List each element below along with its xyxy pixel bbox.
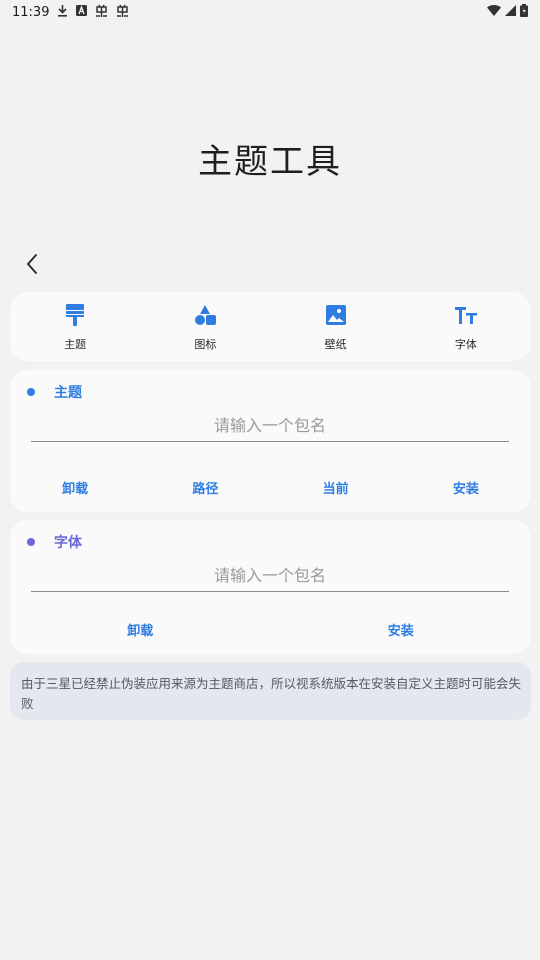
status-left: 11:39 (12, 4, 129, 20)
bullet-dot (27, 388, 35, 396)
back-button[interactable] (18, 250, 46, 278)
section-title: 字体 (54, 535, 82, 551)
tool-label: 壁纸 (324, 338, 347, 351)
tool-tabs: 主题 图标 壁纸 字体 (10, 292, 531, 361)
font-package-input[interactable] (31, 560, 509, 591)
signal-icon (505, 4, 516, 20)
wifi-icon (487, 4, 501, 20)
bug-icon (95, 4, 108, 20)
status-right (487, 3, 528, 21)
font-section: 字体 卸载 安装 (10, 520, 531, 654)
font-action-row: 卸载 安装 (10, 616, 531, 643)
section-header: 主题 (27, 382, 82, 402)
theme-current-button[interactable]: 当前 (271, 474, 401, 501)
tool-wallpaper[interactable]: 壁纸 (271, 292, 401, 361)
battery-icon (520, 3, 528, 21)
theme-install-button[interactable]: 安装 (401, 474, 531, 501)
bug-icon (116, 4, 129, 20)
tool-theme[interactable]: 主题 (10, 292, 140, 361)
tool-label: 字体 (454, 338, 477, 351)
chevron-left-icon (27, 254, 37, 274)
shapes-icon (193, 303, 217, 327)
tool-icons[interactable]: 图标 (140, 292, 270, 361)
a-icon (76, 5, 88, 19)
tool-font[interactable]: 字体 (401, 292, 531, 361)
status-bar: 11:39 (0, 0, 540, 24)
notice-banner: 由于三星已经禁止伪装应用来源为主题商店，所以视系统版本在安装自定义主题时可能会失… (10, 662, 531, 720)
theme-section: 主题 卸载 路径 当前 安装 (10, 370, 531, 512)
font-install-button[interactable]: 安装 (271, 616, 532, 643)
bullet-dot (27, 538, 35, 546)
section-title: 主题 (54, 385, 82, 401)
paint-roller-icon (63, 303, 87, 327)
theme-package-field (31, 410, 509, 442)
tool-label: 主题 (64, 338, 87, 351)
page-title: 主题工具 (198, 142, 342, 182)
download-icon (57, 4, 68, 20)
theme-package-input[interactable] (31, 410, 509, 441)
section-header: 字体 (27, 532, 82, 552)
font-uninstall-button[interactable]: 卸载 (10, 616, 271, 643)
tool-label: 图标 (194, 338, 217, 351)
theme-action-row: 卸载 路径 当前 安装 (10, 474, 531, 501)
image-icon (324, 303, 348, 327)
theme-path-button[interactable]: 路径 (140, 474, 270, 501)
text-tt-icon (454, 303, 478, 327)
status-time: 11:39 (12, 4, 50, 20)
font-package-field (31, 560, 509, 592)
theme-uninstall-button[interactable]: 卸载 (10, 474, 140, 501)
